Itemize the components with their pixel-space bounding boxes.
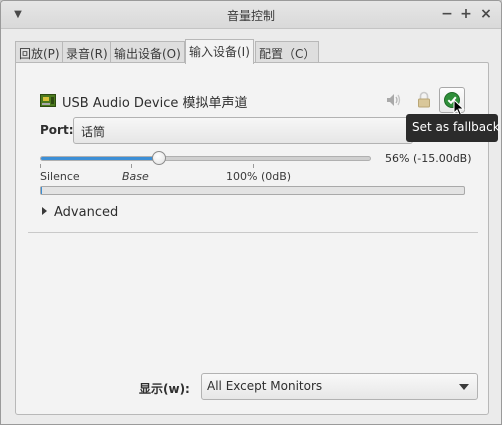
lock-icon[interactable] <box>417 91 431 109</box>
advanced-expander[interactable]: Advanced <box>42 205 118 220</box>
level-meter <box>40 186 465 195</box>
tab-configuration[interactable]: 配置（C） <box>255 41 320 63</box>
volume-slider-handle[interactable] <box>152 151 167 165</box>
show-filter-select[interactable]: All Except Monitors <box>201 373 478 400</box>
volume-value: 56% (-15.00dB) <box>385 152 472 165</box>
close-button[interactable]: × <box>478 6 494 22</box>
mark-base: Base <box>122 170 149 183</box>
slider-tick-base <box>131 164 132 168</box>
title-bar[interactable]: ▼ 音量控制 − + × <box>1 1 501 29</box>
mark-full: 100% (0dB) <box>226 170 292 183</box>
volume-slider-track[interactable] <box>40 156 371 161</box>
sound-card-icon <box>40 94 56 107</box>
dropdown-arrow-icon <box>459 384 469 390</box>
slider-tick-silence <box>40 164 41 168</box>
device-name: USB Audio Device 模拟单声道 <box>62 96 248 111</box>
volume-slider-fill <box>41 157 161 160</box>
fallback-tooltip: Set as fallback <box>406 114 500 142</box>
slider-tick-full <box>253 164 254 168</box>
tab-input-devices[interactable]: 输入设备(I) <box>185 39 254 64</box>
window-title: 音量控制 <box>226 9 275 23</box>
tab-playback[interactable]: 回放(P) <box>15 41 64 63</box>
show-filter-value: All Except Monitors <box>207 379 323 393</box>
port-select[interactable]: 话筒 <box>73 117 413 144</box>
expander-arrow-icon <box>42 207 47 215</box>
level-meter-fill <box>41 187 42 194</box>
port-label: Port: <box>40 123 74 137</box>
volume-control-window: ▼ 音量控制 − + × 回放(P) 录音(R) 输出设备(O) 输入设备(I)… <box>0 0 502 425</box>
maximize-button[interactable]: + <box>458 6 474 22</box>
tab-output-devices[interactable]: 输出设备(O) <box>110 41 185 63</box>
separator <box>28 232 478 233</box>
advanced-label: Advanced <box>54 205 119 220</box>
show-label: 显示(w): <box>139 382 190 396</box>
mark-silence: Silence <box>40 170 80 183</box>
speaker-icon[interactable] <box>385 92 403 108</box>
minimize-button[interactable]: − <box>439 6 455 22</box>
tab-recording[interactable]: 录音(R) <box>62 41 112 63</box>
